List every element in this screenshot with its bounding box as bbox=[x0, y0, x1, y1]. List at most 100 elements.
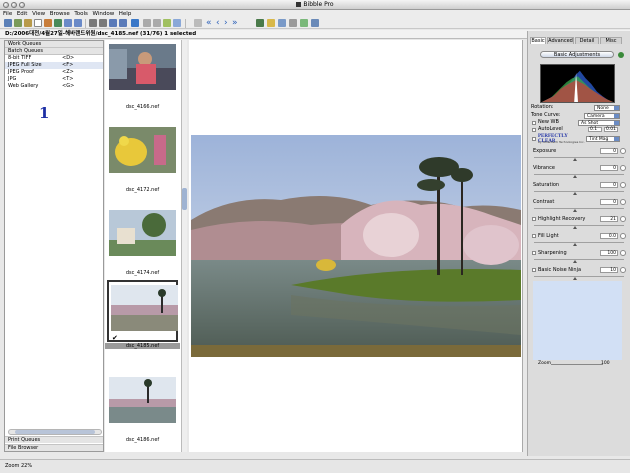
thumbnail-scrollbar[interactable] bbox=[181, 40, 187, 452]
exposure-reset-icon[interactable] bbox=[620, 148, 626, 154]
horizontal-scrollbar[interactable] bbox=[8, 429, 102, 435]
saturation-slider-handle[interactable] bbox=[573, 192, 577, 195]
zoom-slider[interactable] bbox=[551, 364, 603, 365]
exposure-slider-handle[interactable] bbox=[573, 158, 577, 161]
menu-help[interactable]: Help bbox=[119, 10, 132, 18]
vibrance-slider-handle[interactable] bbox=[573, 175, 577, 178]
print-queues-header[interactable]: Print Queues bbox=[5, 436, 103, 443]
settings-icon[interactable] bbox=[311, 19, 319, 27]
tone-curve-dropdown[interactable]: Camera bbox=[584, 113, 620, 119]
basic-noise-ninja-checkbox[interactable] bbox=[532, 268, 536, 272]
folder-icon[interactable] bbox=[267, 19, 275, 27]
menu-browse[interactable]: Browse bbox=[50, 10, 70, 18]
help-icon[interactable] bbox=[618, 52, 624, 58]
contrast-slider-handle[interactable] bbox=[573, 209, 577, 212]
menu-view[interactable]: View bbox=[32, 10, 45, 18]
menu-tools[interactable]: Tools bbox=[74, 10, 88, 18]
print-icon[interactable] bbox=[289, 19, 297, 27]
basic-noise-ninja-value[interactable]: 10 bbox=[600, 267, 618, 273]
scroll-thumb[interactable] bbox=[182, 188, 187, 210]
autolevel-low-input[interactable]: 0.1 bbox=[588, 127, 602, 132]
contrast-reset-icon[interactable] bbox=[620, 199, 626, 205]
first-image-icon[interactable]: « bbox=[206, 18, 212, 28]
highlight-recovery-slider[interactable] bbox=[534, 225, 624, 226]
contrast-value[interactable]: 0 bbox=[600, 199, 618, 205]
queue-item[interactable]: JPG <T> bbox=[5, 76, 103, 83]
fill-light-slider[interactable] bbox=[534, 242, 624, 243]
vibrance-slider[interactable] bbox=[534, 174, 624, 175]
vibrance-value[interactable]: 0 bbox=[600, 165, 618, 171]
thumbnail-selected[interactable]: ✔ dsc_4185.nef bbox=[105, 280, 180, 360]
sharpening-slider[interactable] bbox=[534, 259, 624, 260]
sharpening-value[interactable]: 100 bbox=[600, 250, 618, 256]
refresh-icon[interactable] bbox=[131, 19, 139, 27]
crop-icon[interactable] bbox=[34, 19, 42, 27]
sharpening-checkbox[interactable] bbox=[532, 251, 536, 255]
highlight-recovery-slider-handle[interactable] bbox=[573, 226, 577, 229]
fill-light-value[interactable]: 0.0 bbox=[600, 233, 618, 239]
copy-settings-icon[interactable] bbox=[44, 19, 52, 27]
basic-adjustments-button[interactable]: Basic Adjustments bbox=[540, 51, 614, 58]
tab-basic[interactable]: Basic bbox=[530, 37, 546, 44]
highlight-recovery-reset-icon[interactable] bbox=[620, 216, 626, 222]
thumbnail[interactable]: dsc_4174.nef bbox=[105, 207, 180, 287]
white-balance-dropdown[interactable]: As Shot bbox=[578, 120, 620, 126]
menu-file[interactable]: File bbox=[3, 10, 12, 18]
perfectly-clear-dropdown[interactable]: Tint Mag bbox=[586, 136, 620, 142]
last-image-icon[interactable]: » bbox=[232, 18, 238, 28]
web-icon[interactable] bbox=[300, 19, 308, 27]
thumbnail[interactable]: dsc_4166.nef bbox=[105, 41, 180, 121]
search-icon[interactable] bbox=[4, 19, 12, 27]
exposure-value[interactable]: 0 bbox=[600, 148, 618, 154]
thumbnail[interactable]: dsc_4172.nef bbox=[105, 124, 180, 204]
basic-noise-ninja-slider-handle[interactable] bbox=[573, 277, 577, 280]
green-tag-icon[interactable] bbox=[163, 19, 171, 27]
scroll-thumb[interactable] bbox=[15, 430, 95, 434]
rotate-right-icon[interactable] bbox=[74, 19, 82, 27]
main-photo[interactable] bbox=[191, 135, 521, 357]
file-browser-header[interactable]: File Browser bbox=[5, 444, 103, 451]
highlight-recovery-value[interactable]: 21 bbox=[600, 216, 618, 222]
next-image-icon[interactable]: › bbox=[224, 18, 228, 28]
saturation-reset-icon[interactable] bbox=[620, 182, 626, 188]
fill-light-reset-icon[interactable] bbox=[620, 233, 626, 239]
queue-item[interactable]: JPEG Full Size <F> bbox=[5, 62, 103, 69]
rotate-left-icon[interactable] bbox=[64, 19, 72, 27]
zoom-out-icon[interactable] bbox=[99, 19, 107, 27]
queue-item[interactable]: JPEG Proof <Z> bbox=[5, 69, 103, 76]
autolevel-high-input[interactable]: 0.01 bbox=[604, 127, 618, 132]
navigator-preview[interactable] bbox=[533, 281, 622, 360]
menu-window[interactable]: Window bbox=[93, 10, 115, 18]
tab-misc[interactable]: Misc bbox=[600, 37, 622, 44]
paste-settings-icon[interactable] bbox=[54, 19, 62, 27]
fill-light-checkbox[interactable] bbox=[532, 234, 536, 238]
saturation-slider[interactable] bbox=[534, 191, 624, 192]
queue-item[interactable]: 8-bit TIFF <D> bbox=[5, 55, 103, 62]
delete-icon[interactable] bbox=[194, 19, 202, 27]
work-queues-header[interactable]: Work Queues bbox=[5, 41, 103, 48]
fill-light-slider-handle[interactable] bbox=[573, 243, 577, 246]
previous-image-icon[interactable]: ‹ bbox=[216, 18, 220, 28]
tab-detail[interactable]: Detail bbox=[575, 37, 599, 44]
vibrance-reset-icon[interactable] bbox=[620, 165, 626, 171]
highlight-recovery-checkbox[interactable] bbox=[532, 217, 536, 221]
tag-icon[interactable] bbox=[173, 19, 181, 27]
saturation-value[interactable]: 0 bbox=[600, 182, 618, 188]
queue-icon[interactable] bbox=[153, 19, 161, 27]
exposure-slider[interactable] bbox=[534, 157, 624, 158]
rotation-dropdown[interactable]: None bbox=[594, 105, 620, 111]
slideshow-icon[interactable] bbox=[256, 19, 264, 27]
zoom-in-icon[interactable] bbox=[89, 19, 97, 27]
basic-noise-ninja-reset-icon[interactable] bbox=[620, 267, 626, 273]
tab-advanced[interactable]: Advanced bbox=[547, 37, 574, 44]
fit-icon[interactable] bbox=[109, 19, 117, 27]
sharpening-slider-handle[interactable] bbox=[573, 260, 577, 263]
thumbnail[interactable]: dsc_4186.nef bbox=[105, 374, 180, 454]
menu-edit[interactable]: Edit bbox=[17, 10, 28, 18]
brush-icon[interactable] bbox=[24, 19, 32, 27]
actual-size-icon[interactable] bbox=[119, 19, 127, 27]
screen-icon[interactable] bbox=[278, 19, 286, 27]
batch-icon[interactable] bbox=[143, 19, 151, 27]
perfectly-clear-checkbox[interactable] bbox=[532, 137, 536, 141]
basic-noise-ninja-slider[interactable] bbox=[534, 276, 624, 277]
